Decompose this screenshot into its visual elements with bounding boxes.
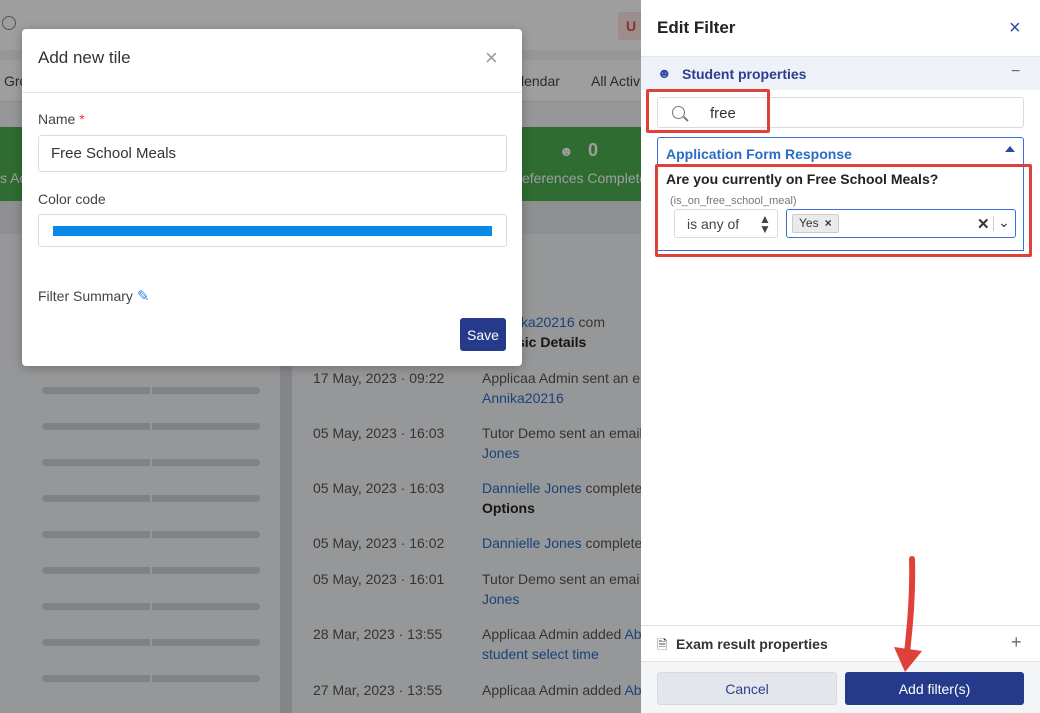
selected-chip: Yes × (792, 214, 839, 233)
remove-chip-icon[interactable]: × (825, 216, 832, 230)
highlight-box (646, 89, 770, 133)
name-input[interactable] (38, 135, 507, 172)
expand-icon[interactable]: + (1011, 632, 1022, 653)
clear-icon[interactable]: ✕ (977, 215, 990, 233)
value-multiselect[interactable]: Yes × ✕ ⌄ (786, 209, 1016, 238)
name-label: Name * (38, 111, 85, 127)
operator-select[interactable]: is any of ▲ ▼ (674, 209, 778, 238)
section-label: Student properties (682, 66, 807, 82)
question-key: (is_on_free_school_meal) (670, 195, 797, 207)
section-label: Exam result properties (676, 636, 828, 652)
add-tile-modal: Add new tile × Name * Color code Filter … (22, 29, 522, 366)
close-icon[interactable]: × (485, 47, 498, 69)
red-arrow-annotation (894, 556, 922, 672)
caret-up-icon[interactable] (1005, 146, 1015, 152)
required-marker: * (79, 111, 85, 127)
document-icon: 🗎 (657, 637, 668, 652)
color-swatch (53, 226, 492, 236)
question-label: Are you currently on Free School Meals? (666, 171, 939, 187)
color-code-label: Color code (38, 191, 106, 207)
collapse-icon[interactable]: − (1011, 63, 1020, 81)
save-button[interactable]: Save (460, 318, 506, 351)
section-student-properties[interactable]: ☻ Student properties − (641, 56, 1040, 90)
modal-title: Add new tile (38, 48, 131, 67)
pencil-icon[interactable]: ✎ (137, 288, 150, 305)
users-icon: ☻ (657, 65, 672, 81)
color-code-picker[interactable] (38, 214, 507, 247)
filter-summary: Filter Summary ✎ (38, 288, 150, 305)
cancel-button[interactable]: Cancel (657, 672, 837, 705)
chevron-down-icon[interactable]: ⌄ (998, 214, 1010, 231)
add-filters-button[interactable]: Add filter(s) (845, 672, 1024, 705)
group-header[interactable]: Application Form Response (657, 137, 1024, 167)
edit-filter-panel: Edit Filter × ☻ Student properties − App… (641, 0, 1040, 713)
operator-value: is any of (687, 216, 740, 232)
panel-title: Edit Filter (657, 18, 736, 37)
group-label: Application Form Response (666, 146, 852, 162)
sort-arrows-icon: ▲ ▼ (759, 212, 771, 236)
section-exam-result-properties[interactable]: 🗎 Exam result properties + (641, 625, 1040, 661)
modal-header: Add new tile × (22, 29, 522, 93)
close-icon[interactable]: × (1009, 18, 1021, 38)
panel-footer: Cancel Add filter(s) (641, 661, 1040, 713)
separator (993, 216, 994, 231)
